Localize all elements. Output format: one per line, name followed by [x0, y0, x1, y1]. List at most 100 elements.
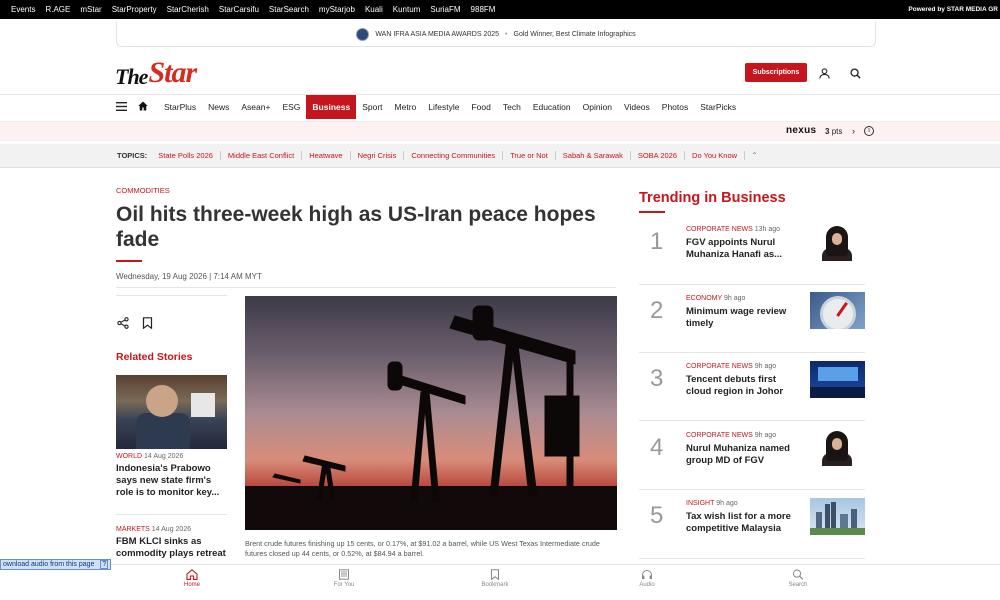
- topic-soba[interactable]: SOBA 2026: [631, 151, 686, 160]
- trending-title-link[interactable]: Tax wish list for a more competitive Mal…: [686, 511, 804, 535]
- network-link-starproperty[interactable]: StarProperty: [107, 0, 162, 19]
- hamburger-menu-icon[interactable]: [116, 98, 128, 116]
- topic-state-polls[interactable]: State Polls 2026: [151, 151, 221, 160]
- network-link-suriafm[interactable]: SuriaFM: [425, 0, 465, 19]
- trending-category[interactable]: INSIGHT 9h ago: [686, 500, 738, 507]
- nav-item-starpicks[interactable]: StarPicks: [694, 95, 742, 119]
- network-link-starcarsifu[interactable]: StarCarsifu: [214, 0, 264, 19]
- network-link-rage[interactable]: R.AGE: [40, 0, 75, 19]
- logo-star: Star: [148, 56, 197, 89]
- subscribe-button[interactable]: Subscriptions: [745, 63, 807, 82]
- related-story-title[interactable]: Indonesia's Prabowo says new state firm'…: [116, 463, 228, 499]
- trending-title-link[interactable]: Tencent debuts first cloud region in Joh…: [686, 374, 804, 398]
- image-backdrop: [191, 393, 215, 417]
- network-link-kuntum[interactable]: Kuntum: [388, 0, 426, 19]
- nav-item-news[interactable]: News: [202, 95, 235, 119]
- bottom-nav-for-you[interactable]: For You: [314, 569, 374, 588]
- article-main-image[interactable]: [245, 296, 617, 530]
- trending-title-link[interactable]: Minimum wage review timely: [686, 306, 804, 330]
- nav-item-videos[interactable]: Videos: [618, 95, 656, 119]
- download-audio-widget[interactable]: ownload audio from this page ?: [0, 559, 112, 570]
- topic-sabah-sarawak[interactable]: Sabah & Sarawak: [556, 151, 631, 160]
- topics-label: TOPICS:: [117, 151, 148, 160]
- network-link-mystarjob[interactable]: myStarjob: [314, 0, 360, 19]
- trending-category[interactable]: ECONOMY 9h ago: [686, 295, 745, 302]
- chevron-right-icon[interactable]: ›: [852, 126, 855, 136]
- headline-accent-line: [116, 260, 142, 262]
- network-link-starsearch[interactable]: StarSearch: [264, 0, 314, 19]
- logo-the: The: [115, 64, 148, 89]
- trending-category[interactable]: CORPORATE NEWS 9h ago: [686, 363, 776, 370]
- bottom-nav-label: Audio: [639, 582, 655, 588]
- related-story-image[interactable]: [116, 375, 227, 449]
- topic-heatwave[interactable]: Heatwave: [302, 151, 351, 160]
- trending-number: 3: [650, 365, 664, 392]
- topic-true-or-not[interactable]: True or Not: [503, 151, 556, 160]
- trending-category[interactable]: CORPORATE NEWS 9h ago: [686, 432, 776, 439]
- search-icon[interactable]: [847, 65, 863, 81]
- bookmark-icon[interactable]: [142, 316, 153, 334]
- network-link-kuali[interactable]: Kuali: [360, 0, 388, 19]
- related-category-label: WORLD: [116, 453, 143, 460]
- nav-item-sport[interactable]: Sport: [356, 95, 388, 119]
- topic-connecting-communities[interactable]: Connecting Communities: [404, 151, 504, 160]
- powered-by-text: Powered by STAR MEDIA GR: [908, 6, 998, 13]
- nav-item-lifestyle[interactable]: Lifestyle: [422, 95, 465, 119]
- topic-do-you-know[interactable]: Do You Know: [685, 151, 746, 160]
- bottom-nav-bookmark[interactable]: Bookmark: [465, 569, 525, 588]
- topic-negri-crisis[interactable]: Negri Crisis: [351, 151, 405, 160]
- nexus-brand[interactable]: nexus: [786, 125, 816, 136]
- related-story-title[interactable]: FBM KLCI sinks as commodity plays retrea…: [116, 536, 228, 560]
- related-category-label: MARKETS: [116, 526, 150, 533]
- trending-thumbnail[interactable]: [810, 224, 865, 261]
- network-link-starcherish[interactable]: StarCherish: [162, 0, 214, 19]
- award-seal-icon: [356, 27, 370, 41]
- trending-number: 1: [650, 228, 664, 255]
- audio-help-icon[interactable]: ?: [100, 560, 109, 569]
- topic-middle-east[interactable]: Middle East Conflict: [221, 151, 303, 160]
- nav-item-business[interactable]: Business: [306, 95, 357, 119]
- nav-item-starplus[interactable]: StarPlus: [158, 95, 202, 119]
- nexus-points[interactable]: 3 pts: [825, 127, 842, 136]
- award-banner[interactable]: WAN IFRA ASIA MEDIA AWARDS 2025 • Gold W…: [116, 22, 876, 47]
- home-icon: [186, 569, 198, 580]
- network-link-mstar[interactable]: mStar: [75, 0, 106, 19]
- trending-title-link[interactable]: Nurul Muhaniza named group MD of FGV: [686, 443, 804, 467]
- nav-item-tech[interactable]: Tech: [497, 95, 527, 119]
- nav-item-esg[interactable]: ESG: [276, 95, 306, 119]
- article-kicker[interactable]: COMMODITIES: [116, 186, 170, 195]
- bottom-nav-search[interactable]: Search: [768, 569, 828, 588]
- network-link-events[interactable]: Events: [6, 0, 40, 19]
- nav-item-asean[interactable]: Asean+: [235, 95, 276, 119]
- thumb-stage: [810, 387, 865, 398]
- related-story-category[interactable]: MARKETS 14 Aug 2026: [116, 526, 191, 533]
- network-link-988fm[interactable]: 988FM: [466, 0, 501, 19]
- trending-number: 5: [650, 502, 664, 529]
- site-logo[interactable]: The Star: [115, 56, 197, 90]
- related-story-date: 14 Aug 2026: [151, 526, 192, 533]
- bottom-nav-home[interactable]: Home: [162, 569, 222, 588]
- nav-item-photos[interactable]: Photos: [656, 95, 694, 119]
- nav-item-opinion[interactable]: Opinion: [577, 95, 618, 119]
- nav-item-metro[interactable]: Metro: [389, 95, 423, 119]
- trending-time: 9h ago: [754, 363, 777, 370]
- trending-thumbnail[interactable]: [810, 292, 865, 329]
- trending-thumbnail[interactable]: [810, 361, 865, 398]
- user-icon[interactable]: [816, 65, 832, 81]
- trending-category-label: CORPORATE NEWS: [686, 432, 753, 439]
- trending-title-link[interactable]: FGV appoints Nurul Muhaniza Hanafi as...: [686, 237, 804, 261]
- related-story-category[interactable]: WORLD 14 Aug 2026: [116, 453, 183, 460]
- nav-item-education[interactable]: Education: [527, 95, 577, 119]
- image-figure-head: [146, 385, 178, 417]
- nav-item-food[interactable]: Food: [465, 95, 496, 119]
- award-separator: •: [505, 30, 508, 38]
- bottom-nav-audio[interactable]: Audio: [617, 569, 677, 588]
- share-icon[interactable]: [117, 316, 129, 334]
- home-icon[interactable]: [138, 98, 148, 116]
- trending-category[interactable]: CORPORATE NEWS 13h ago: [686, 226, 780, 233]
- trending-divider: [639, 420, 865, 421]
- trending-thumbnail[interactable]: [810, 429, 865, 466]
- trending-thumbnail[interactable]: [810, 498, 865, 535]
- info-icon[interactable]: i: [864, 126, 874, 136]
- expand-topics-icon[interactable]: ⌃: [751, 151, 758, 160]
